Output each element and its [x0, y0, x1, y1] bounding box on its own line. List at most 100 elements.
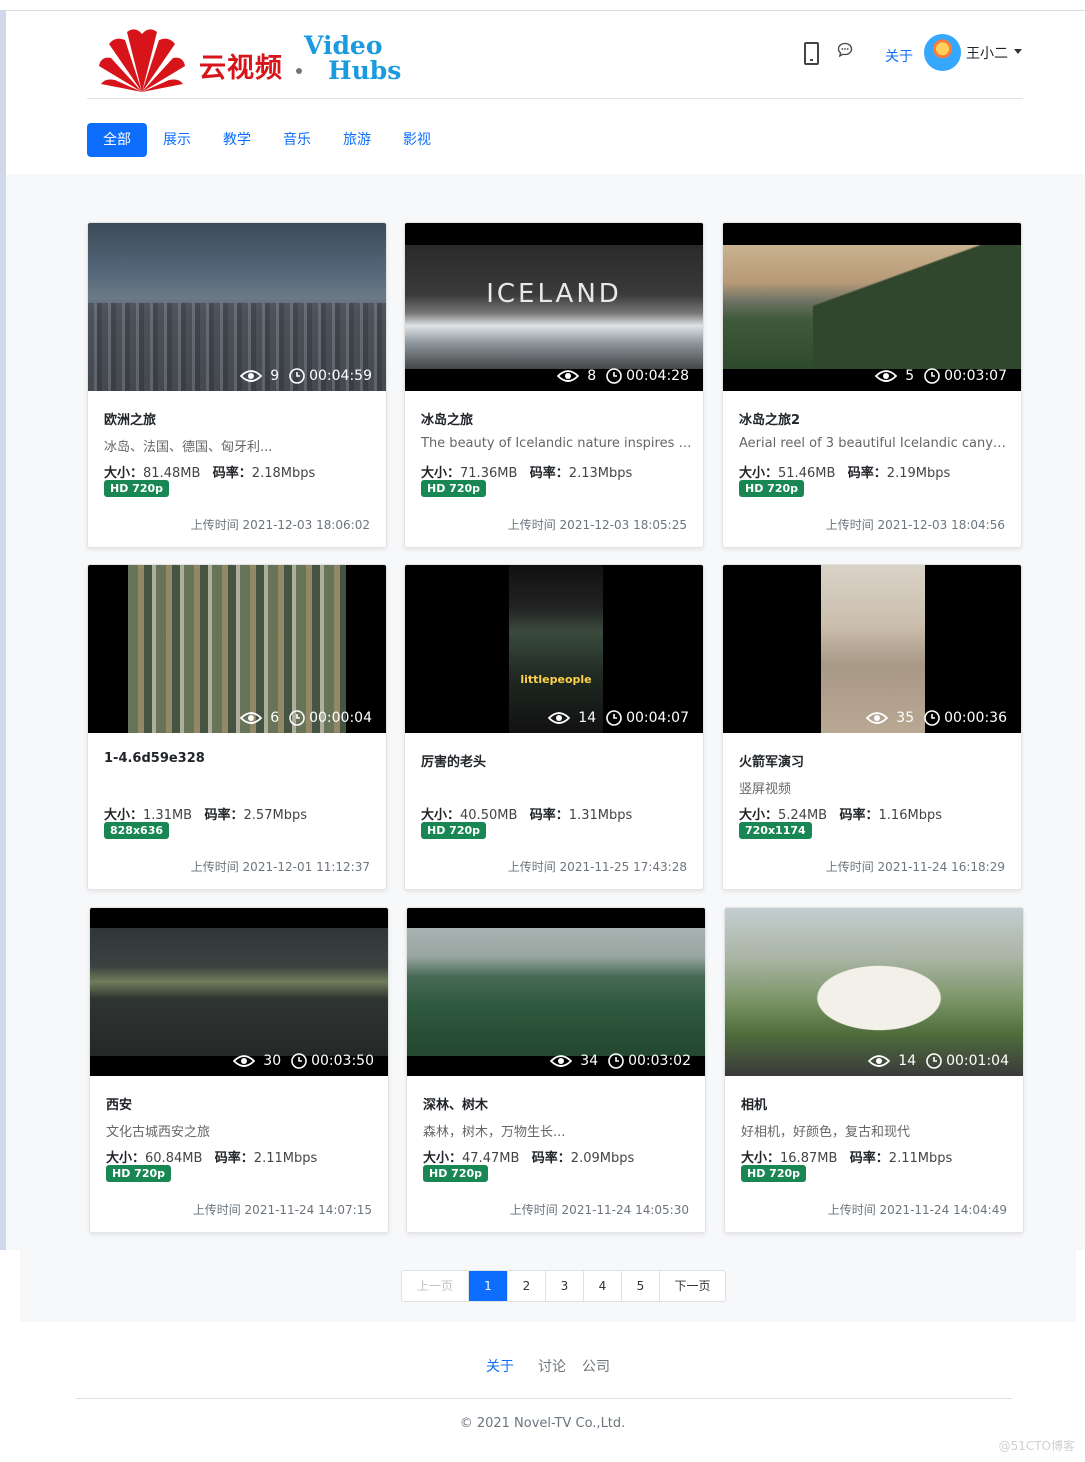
video-description: 冰岛、法国、德国、匈牙利...	[104, 440, 273, 455]
clock-icon	[289, 710, 305, 726]
bitrate-label: 码率：	[849, 1151, 889, 1166]
logo-text-cn[interactable]: 云视频	[199, 46, 283, 85]
video-bitrate: 2.57Mbps	[243, 808, 307, 823]
copyright-text: © 2021 Novel-TV Co.,Ltd.	[459, 1416, 626, 1431]
tab-music[interactable]: 音乐	[267, 123, 327, 157]
view-count: 30	[263, 1053, 282, 1069]
footer-link-about[interactable]: 关于	[486, 1356, 514, 1376]
video-bitrate: 2.11Mbps	[888, 1151, 953, 1166]
video-title[interactable]: 欧洲之旅	[104, 409, 156, 428]
video-title[interactable]: 冰岛之旅	[421, 409, 473, 428]
video-size: 51.46MB	[778, 466, 836, 481]
bitrate-label: 码率：	[839, 808, 879, 823]
size-label: 大小：	[104, 466, 144, 481]
size-label: 大小：	[421, 466, 461, 481]
bitrate-label: 码率：	[529, 466, 569, 481]
chat-bubble-icon[interactable]	[837, 42, 853, 58]
page-1-button[interactable]: 1	[469, 1271, 508, 1301]
upload-prefix: 上传时间	[192, 1203, 241, 1217]
video-duration: 00:03:02	[628, 1053, 691, 1069]
size-label: 大小：	[106, 1151, 146, 1166]
size-label: 大小：	[739, 466, 779, 481]
upload-time: 上传时间 2021-11-24 16:18:29	[826, 858, 1005, 875]
user-avatar[interactable]	[924, 34, 961, 71]
bitrate-label: 码率：	[212, 466, 252, 481]
clock-icon	[608, 1053, 624, 1069]
video-title[interactable]: 冰岛之旅2	[739, 409, 800, 428]
user-name-dropdown[interactable]: 王小二	[966, 43, 1008, 63]
caret-down-icon[interactable]	[1014, 49, 1022, 54]
video-card[interactable]: ICELAND 8 00:04:28 冰岛之旅 The beauty of Ic…	[404, 222, 704, 548]
prev-page-button[interactable]: 上一页	[402, 1271, 469, 1301]
video-title[interactable]: 深林、树木	[423, 1094, 488, 1113]
video-card[interactable]: 34 00:03:02 深林、树木 森林，树木，万物生长... 大小：47.47…	[406, 907, 706, 1233]
video-description: 好相机，好颜色，复古和现代	[741, 1125, 911, 1140]
video-title[interactable]: 火箭军演习	[739, 751, 804, 770]
page-2-button[interactable]: 2	[508, 1271, 546, 1301]
mobile-phone-icon[interactable]	[804, 42, 819, 65]
video-card[interactable]: 35 00:00:36 火箭军演习 竖屏视频 大小：5.24MB 码率：1.16…	[722, 564, 1022, 890]
clock-icon	[606, 368, 622, 384]
eye-icon	[233, 1055, 256, 1067]
page-3-button[interactable]: 3	[546, 1271, 584, 1301]
resolution-badge: 828x636	[104, 822, 170, 839]
video-bitrate: 2.19Mbps	[886, 466, 951, 481]
pagination: 上一页 1 2 3 4 5 下一页	[401, 1270, 726, 1302]
huawei-logo-icon[interactable]	[97, 24, 187, 94]
bitrate-label: 码率：	[847, 466, 887, 481]
upload-prefix: 上传时间	[509, 1203, 558, 1217]
video-title[interactable]: 1-4.6d59e328	[104, 751, 205, 766]
about-link[interactable]: 关于	[885, 46, 913, 66]
video-size: 71.36MB	[460, 466, 518, 481]
video-title[interactable]: 西安	[106, 1094, 132, 1113]
tab-all[interactable]: 全部	[87, 123, 147, 157]
page-4-button[interactable]: 4	[584, 1271, 622, 1301]
eye-icon	[866, 712, 889, 724]
video-card[interactable]: littlepeople 14 00:04:07 厉害的老头 大小：40.50M…	[404, 564, 704, 890]
video-card[interactable]: 5 00:03:07 冰岛之旅2 Aerial reel of 3 beauti…	[722, 222, 1022, 548]
upload-time: 上传时间 2021-12-01 11:12:37	[191, 858, 370, 875]
video-description: 文化古城西安之旅	[106, 1125, 211, 1140]
eye-icon	[548, 712, 571, 724]
next-page-button[interactable]: 下一页	[660, 1271, 725, 1301]
upload-time: 上传时间 2021-12-03 18:05:25	[508, 516, 687, 533]
video-bitrate: 1.16Mbps	[878, 808, 942, 823]
logo-text-en-line2[interactable]: Hubs	[328, 56, 401, 85]
upload-time: 上传时间 2021-11-24 14:05:30	[510, 1201, 689, 1218]
upload-prefix: 上传时间	[190, 860, 239, 874]
video-card[interactable]: 9 00:04:59 欧洲之旅 冰岛、法国、德国、匈牙利... 大小：81.48…	[87, 222, 387, 548]
site-header: 云视频 Video Hubs 关于 王小二	[87, 10, 1023, 99]
page-5-button[interactable]: 5	[622, 1271, 660, 1301]
video-title[interactable]: 厉害的老头	[421, 751, 486, 770]
upload-prefix: 上传时间	[827, 1203, 876, 1217]
clock-icon	[924, 368, 940, 384]
video-meta: 大小：81.48MB 码率：2.18Mbps	[104, 462, 315, 481]
video-size: 81.48MB	[143, 466, 201, 481]
video-card[interactable]: 30 00:03:50 西安 文化古城西安之旅 大小：60.84MB 码率：2.…	[89, 907, 389, 1233]
tab-travel[interactable]: 旅游	[327, 123, 387, 157]
video-duration: 00:04:59	[309, 368, 372, 384]
size-label: 大小：	[421, 808, 461, 823]
upload-time: 上传时间 2021-11-24 14:07:15	[193, 1201, 372, 1218]
video-card[interactable]: 6 00:00:04 1-4.6d59e328 大小：1.31MB 码率：2.5…	[87, 564, 387, 890]
size-label: 大小：	[739, 808, 779, 823]
thumbnail-text: littlepeople	[520, 673, 592, 686]
resolution-badge: HD 720p	[421, 480, 487, 497]
upload-date: 2021-11-24 16:18:29	[877, 860, 1005, 874]
video-title[interactable]: 相机	[741, 1094, 767, 1113]
video-bitrate: 1.31Mbps	[568, 808, 633, 823]
tab-film[interactable]: 影视	[387, 123, 447, 157]
tab-showcase[interactable]: 展示	[147, 123, 207, 157]
upload-time: 上传时间 2021-12-03 18:04:56	[826, 516, 1005, 533]
video-meta: 大小：60.84MB 码率：2.11Mbps	[106, 1147, 317, 1166]
video-size: 5.24MB	[778, 808, 828, 823]
video-bitrate: 2.11Mbps	[253, 1151, 318, 1166]
view-count: 34	[580, 1053, 599, 1069]
video-bitrate: 2.13Mbps	[568, 466, 633, 481]
tab-teaching[interactable]: 教学	[207, 123, 267, 157]
footer-link-company[interactable]: 公司	[582, 1356, 610, 1376]
video-card[interactable]: 14 00:01:04 相机 好相机，好颜色，复古和现代 大小：16.87MB …	[724, 907, 1024, 1233]
upload-date: 2021-12-03 18:04:56	[877, 518, 1005, 532]
view-count: 5	[905, 368, 915, 384]
footer-link-discuss[interactable]: 讨论	[538, 1356, 566, 1376]
